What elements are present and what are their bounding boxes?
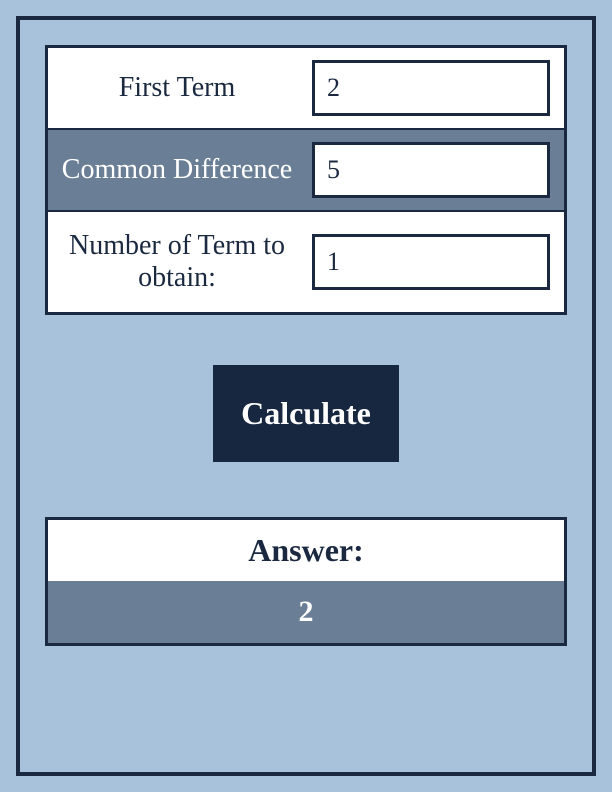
first-term-label: First Term xyxy=(48,48,306,128)
input-table: First Term Common Difference Number of T… xyxy=(45,45,567,315)
common-difference-input[interactable] xyxy=(312,142,550,198)
first-term-input-cell xyxy=(306,48,564,128)
first-term-input[interactable] xyxy=(312,60,550,116)
number-of-term-input-cell xyxy=(306,212,564,312)
number-of-term-row: Number of Term to obtain: xyxy=(48,210,564,312)
calculate-button[interactable]: Calculate xyxy=(213,365,399,462)
answer-label: Answer: xyxy=(48,520,564,581)
first-term-row: First Term xyxy=(48,48,564,128)
number-of-term-input[interactable] xyxy=(312,234,550,290)
common-difference-input-cell xyxy=(306,130,564,210)
common-difference-label: Common Difference xyxy=(48,130,306,210)
answer-value: 2 xyxy=(48,581,564,643)
common-difference-row: Common Difference xyxy=(48,128,564,210)
calculator-frame: First Term Common Difference Number of T… xyxy=(16,16,596,776)
number-of-term-label: Number of Term to obtain: xyxy=(48,212,306,312)
answer-box: Answer: 2 xyxy=(45,517,567,646)
